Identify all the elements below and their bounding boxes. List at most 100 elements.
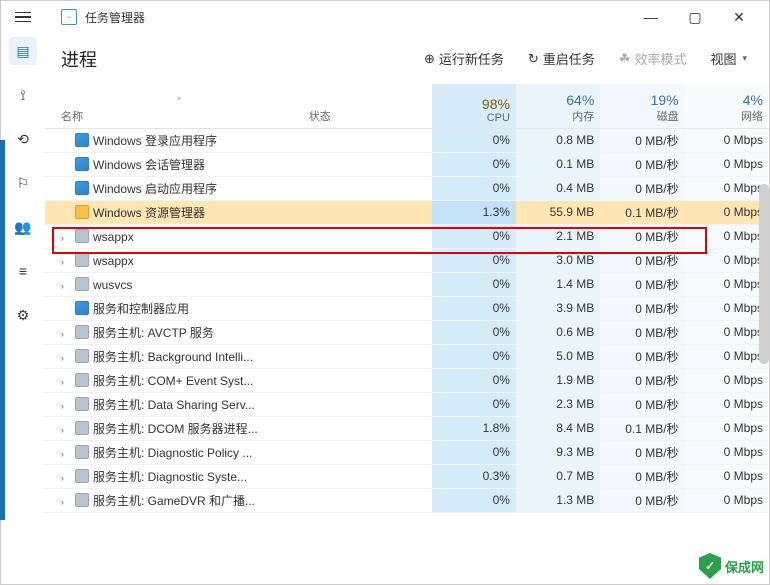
sort-indicator: ⌃: [61, 96, 297, 108]
cell-memory: 5.0 MB: [516, 344, 600, 368]
process-name: 服务和控制器应用: [93, 302, 189, 316]
table-row[interactable]: ›服务主机: GameDVR 和广播...0%1.3 MB0 MB/秒0 Mbp…: [45, 488, 769, 512]
expand-icon[interactable]: ›: [61, 281, 73, 291]
plus-icon: ⊕: [424, 51, 435, 67]
menu-icon[interactable]: [9, 3, 37, 31]
nav-startup[interactable]: ⚐: [9, 169, 37, 197]
table-row[interactable]: ›wsappx0%2.1 MB0 MB/秒0 Mbps: [45, 224, 769, 248]
cell-memory: 8.4 MB: [516, 416, 600, 440]
cell-status: [303, 248, 432, 272]
cell-network: 0 Mbps: [685, 200, 769, 224]
expand-icon[interactable]: ›: [61, 425, 73, 435]
scrollbar[interactable]: [759, 184, 769, 364]
nav-rail: ▤ ⟟ ⟲ ⚐ 👥 ≡ ⚙: [1, 33, 45, 584]
expand-icon[interactable]: ›: [61, 233, 73, 243]
cell-cpu: 0%: [432, 440, 516, 464]
cell-status: [303, 416, 432, 440]
process-name: 服务主机: Diagnostic Policy ...: [93, 446, 252, 460]
view-dropdown[interactable]: 视图 ▾: [704, 45, 753, 72]
cell-memory: 1.3 MB: [516, 488, 600, 512]
cell-cpu: 0%: [432, 344, 516, 368]
shield-icon: ✓: [699, 553, 721, 579]
table-row[interactable]: Windows 会话管理器0%0.1 MB0 MB/秒0 Mbps: [45, 152, 769, 176]
gear-icon: [75, 421, 89, 435]
table-row[interactable]: 服务和控制器应用0%3.9 MB0 MB/秒0 Mbps: [45, 296, 769, 320]
expand-icon[interactable]: ›: [61, 329, 73, 339]
cell-network: 0 Mbps: [685, 320, 769, 344]
cell-cpu: 0%: [432, 248, 516, 272]
cell-name: ›服务主机: COM+ Event Syst...: [45, 368, 303, 392]
run-new-task-button[interactable]: ⊕ 运行新任务: [418, 45, 510, 72]
table-row[interactable]: ›服务主机: Diagnostic Policy ...0%9.3 MB0 MB…: [45, 440, 769, 464]
table-row[interactable]: Windows 资源管理器1.3%55.9 MB0.1 MB/秒0 Mbps: [45, 200, 769, 224]
maximize-button[interactable]: ▢: [673, 2, 717, 32]
cell-disk: 0 MB/秒: [600, 368, 684, 392]
cell-name: › 服务主机: GameDVR 和广播...: [45, 488, 303, 512]
nav-users[interactable]: 👥: [9, 213, 37, 241]
close-button[interactable]: ✕: [717, 2, 761, 32]
cell-name: › 服务主机: Diagnostic Policy ...: [45, 440, 303, 464]
efficiency-mode-button[interactable]: ☘ 效率模式: [613, 45, 693, 72]
table-row[interactable]: ›服务主机: AVCTP 服务0%0.6 MB0 MB/秒0 Mbps: [45, 320, 769, 344]
table-row[interactable]: Windows 登录应用程序0%0.8 MB0 MB/秒0 Mbps: [45, 128, 769, 152]
nav-services[interactable]: ⚙: [9, 301, 37, 329]
cell-disk: 0 MB/秒: [600, 224, 684, 248]
table-row[interactable]: ›服务主机: DCOM 服务器进程...1.8%8.4 MB0.1 MB/秒0 …: [45, 416, 769, 440]
expand-icon[interactable]: ›: [61, 401, 73, 411]
cell-network: 0 Mbps: [685, 248, 769, 272]
col-status[interactable]: 状态: [303, 84, 432, 128]
nav-performance[interactable]: ⟟: [9, 81, 37, 109]
process-name: 服务主机: Background Intelli...: [93, 350, 253, 364]
cell-disk: 0 MB/秒: [600, 392, 684, 416]
table-row[interactable]: ›服务主机: COM+ Event Syst...0%1.9 MB0 MB/秒0…: [45, 368, 769, 392]
cell-name: › 服务主机: Background Intelli...: [45, 344, 303, 368]
process-name: 服务主机: AVCTP 服务: [93, 326, 214, 340]
process-name: wsappx: [93, 254, 134, 268]
expand-icon[interactable]: ›: [61, 377, 73, 387]
cell-memory: 9.3 MB: [516, 440, 600, 464]
nav-processes[interactable]: ▤: [9, 37, 37, 65]
folder-icon: [75, 205, 89, 219]
table-row[interactable]: › 服务主机: Background Intelli... 0%5.0 MB0 MB…: [45, 344, 769, 368]
app-icon: ~: [61, 9, 77, 25]
col-network[interactable]: 4% 网络: [685, 84, 769, 128]
gear-icon: [75, 469, 89, 483]
restart-task-button[interactable]: ↻ 重启任务: [522, 45, 601, 72]
win-icon: [75, 181, 89, 195]
table-row[interactable]: ›服务主机: Diagnostic Syste...0.3%0.7 MB0 MB…: [45, 464, 769, 488]
col-memory[interactable]: 64% 内存: [516, 84, 600, 128]
cell-disk: 0 MB/秒: [600, 344, 684, 368]
gear-icon: [75, 397, 89, 411]
window: ~ 任务管理器 — ▢ ✕ ▤ ⟟ ⟲ ⚐ 👥 ≡ ⚙ 进程 ⊕ 运行新任务: [0, 0, 770, 585]
process-name: 服务主机: GameDVR 和广播...: [93, 494, 255, 508]
expand-icon[interactable]: ›: [61, 257, 73, 267]
table-row[interactable]: ›wsappx0%3.0 MB0 MB/秒0 Mbps: [45, 248, 769, 272]
cell-memory: 55.9 MB: [516, 200, 600, 224]
cell-status: [303, 152, 432, 176]
chevron-down-icon: ▾: [742, 53, 747, 64]
expand-icon[interactable]: ›: [61, 473, 73, 483]
col-name[interactable]: ⌃ 名称: [45, 84, 303, 128]
gear-icon: [75, 445, 89, 459]
process-name: Windows 资源管理器: [93, 206, 205, 220]
col-cpu[interactable]: 98% CPU: [432, 84, 516, 128]
minimize-button[interactable]: —: [629, 2, 673, 32]
cell-name: ›wsappx: [45, 224, 303, 248]
leaf-icon: ☘: [619, 51, 631, 67]
expand-icon[interactable]: ›: [61, 449, 73, 459]
col-disk[interactable]: 19% 磁盘: [600, 84, 684, 128]
table-row[interactable]: ›服务主机: Data Sharing Serv...0%2.3 MB0 MB/…: [45, 392, 769, 416]
table-row[interactable]: Windows 启动应用程序0%0.4 MB0 MB/秒0 Mbps: [45, 176, 769, 200]
table-row[interactable]: ›wusvcs0%1.4 MB0 MB/秒0 Mbps: [45, 272, 769, 296]
win-icon: [75, 157, 89, 171]
nav-history[interactable]: ⟲: [9, 125, 37, 153]
cell-cpu: 0%: [432, 272, 516, 296]
cell-cpu: 1.8%: [432, 416, 516, 440]
cell-cpu: 0%: [432, 296, 516, 320]
window-title: 任务管理器: [85, 9, 621, 26]
nav-details[interactable]: ≡: [9, 257, 37, 285]
expand-icon[interactable]: ›: [61, 497, 73, 507]
cell-cpu: 1.3%: [432, 200, 516, 224]
cell-network: 0 Mbps: [685, 368, 769, 392]
expand-icon[interactable]: ›: [61, 353, 73, 363]
